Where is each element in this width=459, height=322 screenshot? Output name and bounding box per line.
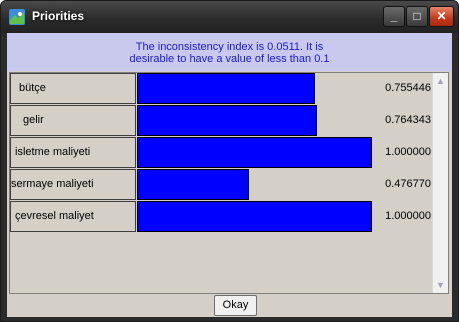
priority-row: isletme maliyeti 1.000000 — [10, 137, 433, 169]
priority-label: çevresel maliyet — [10, 201, 136, 232]
vertical-scrollbar[interactable]: ▲ ▼ — [432, 73, 448, 293]
scroll-down-icon[interactable]: ▼ — [433, 277, 448, 293]
scroll-up-icon[interactable]: ▲ — [433, 73, 448, 89]
window-title: Priorities — [32, 9, 85, 23]
priority-value: 0.764343 — [385, 114, 431, 126]
priority-label: bütçe — [10, 73, 136, 104]
priority-bar — [137, 105, 317, 136]
minimize-button[interactable]: _ — [383, 6, 405, 27]
priorities-window: Priorities _ □ ✕ The inconsistency index… — [0, 0, 459, 322]
priority-bar-track — [137, 105, 372, 136]
priority-bar-track — [137, 137, 372, 168]
priority-row: gelir 0.764343 — [10, 105, 433, 137]
priority-bar — [137, 137, 372, 168]
priority-bar-track — [137, 169, 372, 200]
okay-button[interactable]: Okay — [214, 295, 257, 316]
priority-row: çevresel maliyet 1.000000 — [10, 201, 433, 233]
message-line-2: desirable to have a value of less than 0… — [129, 53, 330, 65]
dialog-body: The inconsistency index is 0.0511. It is… — [7, 33, 452, 317]
priority-value: 1.000000 — [385, 146, 431, 158]
priority-bar — [137, 201, 372, 232]
priority-label: sermaye maliyeti — [10, 169, 136, 200]
priority-label: gelir — [10, 105, 136, 136]
close-button[interactable]: ✕ — [429, 6, 454, 27]
priority-bar — [137, 73, 315, 104]
priority-value: 1.000000 — [385, 210, 431, 222]
priority-row: sermaye maliyeti 0.476770 — [10, 169, 433, 201]
priority-row: bütçe 0.755446 — [10, 73, 433, 105]
priority-label: isletme maliyeti — [10, 137, 136, 168]
inconsistency-message: The inconsistency index is 0.0511. It is… — [7, 33, 452, 71]
priority-bar — [137, 169, 249, 200]
title-bar[interactable]: Priorities _ □ ✕ — [1, 1, 458, 33]
maximize-button[interactable]: □ — [406, 6, 428, 27]
priority-value: 0.476770 — [385, 178, 431, 190]
priorities-list[interactable]: bütçe 0.755446 gelir 0.764343 isletme maliye… — [9, 72, 449, 294]
priority-value: 0.755446 — [385, 82, 431, 94]
priority-bar-track — [137, 73, 372, 104]
priority-bar-track — [137, 201, 372, 232]
message-line-1: The inconsistency index is 0.0511. It is — [135, 41, 324, 53]
app-icon — [9, 9, 25, 25]
